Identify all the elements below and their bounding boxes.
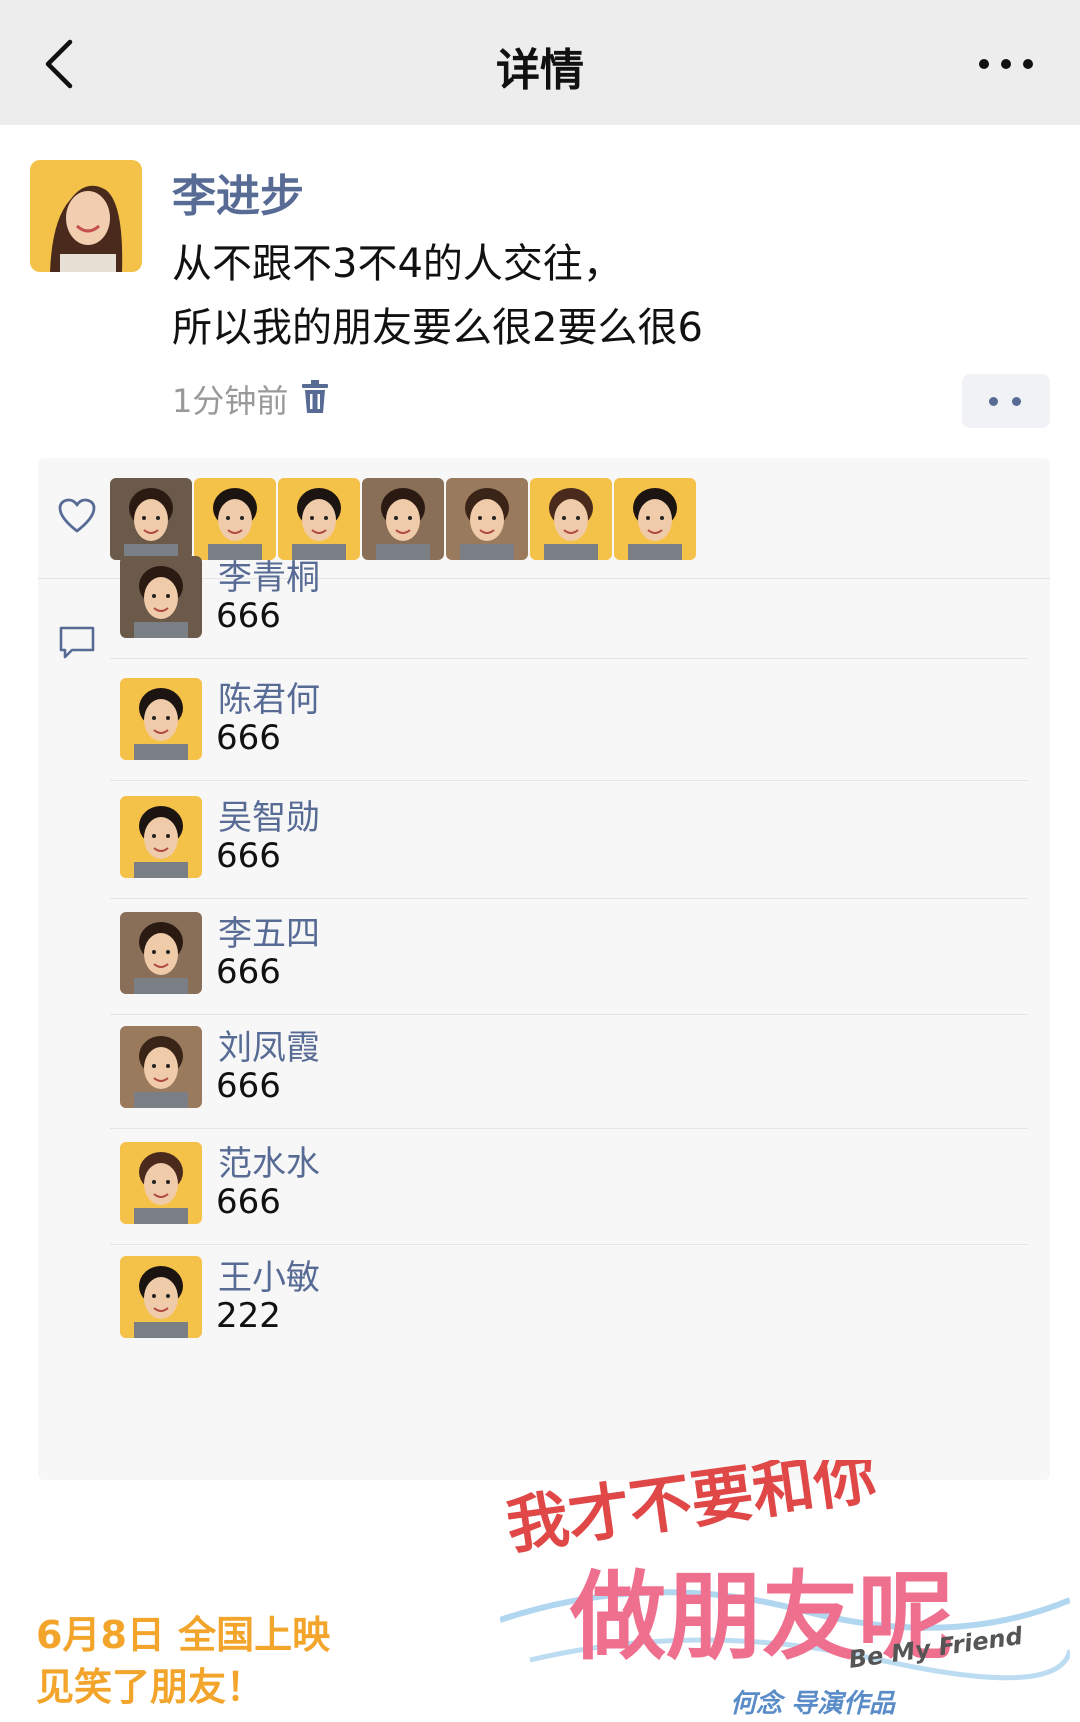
release-date: 6月8日 全国上映 <box>36 1613 331 1657</box>
commenter-avatar[interactable] <box>120 1256 202 1338</box>
commenter-avatar[interactable] <box>120 796 202 878</box>
commenter-avatar[interactable] <box>120 678 202 760</box>
comment-text: 666 <box>216 1066 281 1106</box>
commenter-name[interactable]: 陈君何 <box>218 672 320 721</box>
comment-text: 666 <box>216 836 281 876</box>
author-name[interactable]: 李进步 <box>172 160 304 224</box>
divider <box>110 780 1028 781</box>
movie-logo: 我才不要和你 做朋友呢 Be My Friend 何念 导演作品 <box>499 1439 1073 1722</box>
poster-tagline: 见笑了朋友！ <box>36 1665 265 1709</box>
author-avatar[interactable] <box>30 160 142 272</box>
commenter-name[interactable]: 范水水 <box>218 1136 320 1185</box>
divider <box>110 1128 1028 1129</box>
commenter-avatar[interactable] <box>120 912 202 994</box>
like-comment-button[interactable] <box>962 374 1050 428</box>
commenter-name[interactable]: 李五四 <box>218 906 320 955</box>
divider <box>110 1014 1028 1015</box>
post-content: 从不跟不3不4的人交往， 所以我的朋友要么很2要么很6 <box>172 232 1032 360</box>
interaction-panel: 李青桐 666 陈君何 666 吴智勋 666 李五四 666 刘凤霞 666 范水水 666 王小敏 2… <box>38 458 1050 1480</box>
divider <box>110 898 1028 899</box>
comment-text: 222 <box>216 1296 281 1336</box>
dot-icon <box>989 397 998 406</box>
commenter-name[interactable]: 李青桐 <box>218 550 320 599</box>
logo-title-line1: 我才不要和你 <box>502 1460 881 1563</box>
divider <box>110 1244 1028 1245</box>
like-avatar[interactable] <box>614 478 696 560</box>
post-line: 所以我的朋友要么很2要么很6 <box>172 305 703 351</box>
commenter-avatar[interactable] <box>120 1142 202 1224</box>
like-avatar[interactable] <box>362 478 444 560</box>
logo-director: 何念 导演作品 <box>730 1689 896 1719</box>
comment-icon <box>59 626 95 659</box>
commenter-avatar[interactable] <box>120 556 202 638</box>
commenter-name[interactable]: 王小敏 <box>218 1250 320 1299</box>
nav-bar: 详情 <box>0 0 1080 125</box>
delete-icon[interactable] <box>300 380 330 414</box>
comment-text: 666 <box>216 718 281 758</box>
comment-text: 666 <box>216 596 281 636</box>
like-avatar[interactable] <box>110 478 192 560</box>
commenter-name[interactable]: 刘凤霞 <box>218 1020 320 1069</box>
like-avatar[interactable] <box>446 478 528 560</box>
post-line: 从不跟不3不4的人交往， <box>172 241 623 287</box>
like-avatar[interactable] <box>278 478 360 560</box>
page-title: 详情 <box>496 45 584 96</box>
like-avatar[interactable] <box>530 478 612 560</box>
comment-text: 666 <box>216 952 281 992</box>
like-avatar[interactable] <box>194 478 276 560</box>
commenter-avatar[interactable] <box>120 1026 202 1108</box>
divider <box>110 658 1028 659</box>
heart-icon <box>58 498 96 533</box>
more-options-icon[interactable] <box>976 44 1036 84</box>
commenter-name[interactable]: 吴智勋 <box>218 790 320 839</box>
comment-text: 666 <box>216 1182 281 1222</box>
post-time: 1分钟前 <box>172 382 289 420</box>
dot-icon <box>1012 397 1021 406</box>
